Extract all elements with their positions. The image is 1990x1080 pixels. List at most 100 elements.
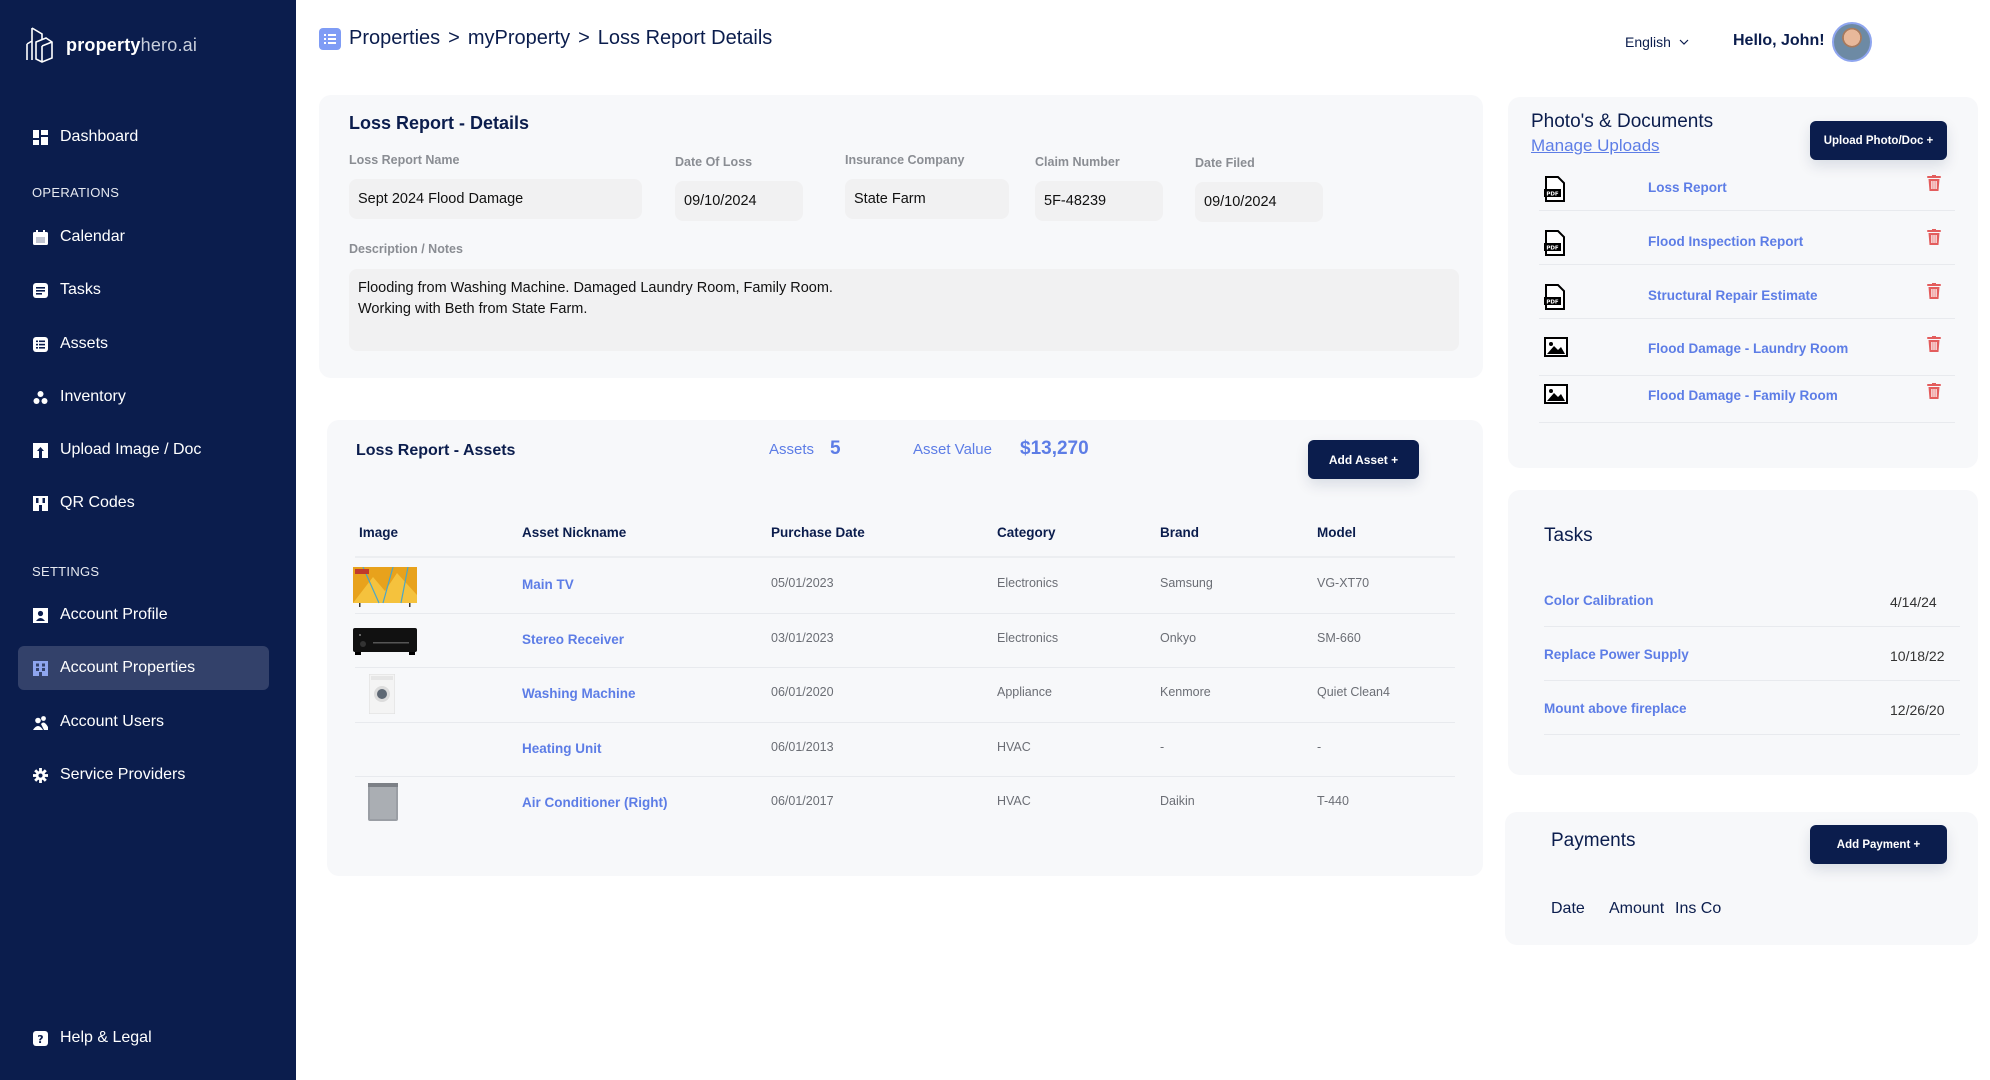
sidebar-item-account-users[interactable]: Account Users xyxy=(18,700,269,744)
assets-title: Loss Report - Assets xyxy=(356,442,516,459)
sidebar-item-label: Inventory xyxy=(60,388,126,405)
description-textarea[interactable]: Flooding from Washing Machine. Damaged L… xyxy=(349,269,1459,351)
image-file-icon xyxy=(1544,384,1568,410)
add-asset-button[interactable]: Add Asset + xyxy=(1308,440,1419,479)
insurance-company-label: Insurance Company xyxy=(845,153,965,167)
column-header-image: Image xyxy=(359,525,399,540)
asset-purchase-date: 06/01/2017 xyxy=(771,794,834,809)
tasks-card: Tasks Color Calibration 4/14/24 Replace Po… xyxy=(1508,490,1978,775)
breadcrumb-my-property[interactable]: myProperty xyxy=(468,27,570,50)
task-date: 12/26/20 xyxy=(1890,702,1945,718)
asset-model: - xyxy=(1317,739,1322,754)
document-link[interactable]: Flood Inspection Report xyxy=(1648,234,1803,249)
task-link[interactable]: Mount above fireplace xyxy=(1544,701,1687,716)
document-link[interactable]: Flood Damage - Laundry Room xyxy=(1648,341,1848,356)
section-operations: OPERATIONS xyxy=(32,185,120,200)
brand-name: propertyhero.ai xyxy=(66,34,198,55)
language-select[interactable]: English xyxy=(1625,34,1689,50)
asset-model: SM-660 xyxy=(1317,630,1361,645)
qr-code-icon xyxy=(32,495,48,511)
asset-purchase-date: 06/01/2020 xyxy=(771,685,834,700)
asset-brand: - xyxy=(1160,739,1165,754)
trash-icon[interactable] xyxy=(1927,336,1941,352)
trash-icon[interactable] xyxy=(1927,283,1941,299)
asset-thumbnail-ac[interactable] xyxy=(368,783,398,828)
upload-photo-doc-button[interactable]: Upload Photo/Doc + xyxy=(1810,121,1947,160)
tasks-title: Tasks xyxy=(1544,525,1593,546)
date-of-loss-field[interactable]: 09/10/2024 xyxy=(675,181,803,221)
trash-icon[interactable] xyxy=(1927,383,1941,399)
document-link[interactable]: Structural Repair Estimate xyxy=(1648,288,1818,303)
breadcrumb-current: Loss Report Details xyxy=(597,27,773,49)
task-date: 4/14/24 xyxy=(1890,594,1937,610)
asset-nickname-link[interactable]: Stereo Receiver xyxy=(522,632,624,647)
sidebar-item-tasks[interactable]: Tasks xyxy=(18,268,269,312)
date-filed-label: Date Filed xyxy=(1195,156,1255,170)
row-divider xyxy=(355,721,1455,723)
payments-card: Payments Add Payment + Date Amount Ins C… xyxy=(1505,812,1978,945)
task-link[interactable]: Replace Power Supply xyxy=(1544,647,1689,662)
trash-icon[interactable] xyxy=(1927,229,1941,245)
row-divider xyxy=(355,667,1455,668)
asset-nickname-link[interactable]: Air Conditioner (Right) xyxy=(522,795,667,810)
row-divider xyxy=(1539,375,1955,376)
loss-report-name-field[interactable]: Sept 2024 Flood Damage xyxy=(349,179,642,219)
row-divider xyxy=(1539,318,1955,319)
asset-purchase-date: 03/01/2023 xyxy=(771,630,834,645)
asset-value: $13,270 xyxy=(1020,438,1089,459)
sidebar-item-upload[interactable]: Upload Image / Doc xyxy=(18,428,269,472)
asset-brand: Kenmore xyxy=(1160,685,1211,700)
asset-thumbnail-tv[interactable] xyxy=(353,566,417,612)
add-payment-button[interactable]: Add Payment + xyxy=(1810,825,1947,864)
asset-model: VG-XT70 xyxy=(1317,576,1370,591)
avatar[interactable] xyxy=(1832,22,1872,62)
profile-icon xyxy=(32,607,48,623)
sidebar-item-qr-codes[interactable]: QR Codes xyxy=(18,481,269,525)
asset-nickname-link[interactable]: Main TV xyxy=(522,577,574,592)
asset-nickname-link[interactable]: Heating Unit xyxy=(522,741,602,756)
breadcrumb: Properties > myProperty > Loss Report De… xyxy=(319,27,772,50)
pdf-file-icon: PDF xyxy=(1544,230,1566,256)
row-divider xyxy=(1544,626,1960,627)
document-link[interactable]: Loss Report xyxy=(1648,180,1727,195)
task-link[interactable]: Color Calibration xyxy=(1544,593,1654,608)
sidebar-item-help-legal[interactable]: ? Help & Legal xyxy=(18,1016,269,1060)
sidebar-item-service-providers[interactable]: Service Providers xyxy=(18,753,269,797)
sidebar-item-label: Account Properties xyxy=(60,659,196,676)
loss-report-name-label: Loss Report Name xyxy=(349,153,460,167)
help-icon: ? xyxy=(32,1030,48,1046)
asset-thumbnail-receiver[interactable] xyxy=(353,626,417,661)
sidebar-item-label: Help & Legal xyxy=(60,1029,152,1046)
dashboard-icon xyxy=(32,129,48,145)
sidebar-item-account-profile[interactable]: Account Profile xyxy=(18,593,269,637)
date-filed-field[interactable]: 09/10/2024 xyxy=(1195,182,1323,222)
assets-list-icon xyxy=(32,336,48,352)
trash-icon[interactable] xyxy=(1927,175,1941,191)
payments-column-date: Date xyxy=(1551,900,1585,917)
sidebar-item-calendar[interactable]: Calendar xyxy=(18,215,269,259)
sidebar: propertyhero.ai Dashboard OPERATIONS Cal… xyxy=(0,0,296,1080)
column-header-purchase-date: Purchase Date xyxy=(771,525,865,540)
asset-nickname-link[interactable]: Washing Machine xyxy=(522,686,636,701)
breadcrumb-properties[interactable]: Properties xyxy=(349,27,440,50)
asset-category: HVAC xyxy=(997,739,1031,754)
loss-report-assets-card: Loss Report - Assets Assets 5 Asset Valu… xyxy=(327,420,1483,876)
document-link[interactable]: Flood Damage - Family Room xyxy=(1648,388,1838,403)
section-settings: SETTINGS xyxy=(32,564,100,579)
sidebar-item-inventory[interactable]: Inventory xyxy=(18,375,269,419)
header-divider xyxy=(355,556,1455,558)
claim-number-field[interactable]: 5F-48239 xyxy=(1035,181,1163,221)
asset-model: T-440 xyxy=(1317,794,1349,809)
asset-purchase-date: 05/01/2023 xyxy=(771,576,834,591)
asset-thumbnail-washer[interactable] xyxy=(368,673,396,719)
brand-logo[interactable]: propertyhero.ai xyxy=(24,26,197,64)
row-divider xyxy=(355,612,1455,614)
manage-uploads-link[interactable]: Manage Uploads xyxy=(1531,136,1660,156)
claim-number-label: Claim Number xyxy=(1035,155,1120,169)
sidebar-item-dashboard[interactable]: Dashboard xyxy=(18,115,269,159)
asset-brand: Onkyo xyxy=(1160,630,1197,645)
sidebar-item-account-properties[interactable]: Account Properties xyxy=(18,646,269,690)
sidebar-item-assets[interactable]: Assets xyxy=(18,322,269,366)
insurance-company-field[interactable]: State Farm xyxy=(845,179,1009,219)
sidebar-item-label: Assets xyxy=(60,335,109,352)
